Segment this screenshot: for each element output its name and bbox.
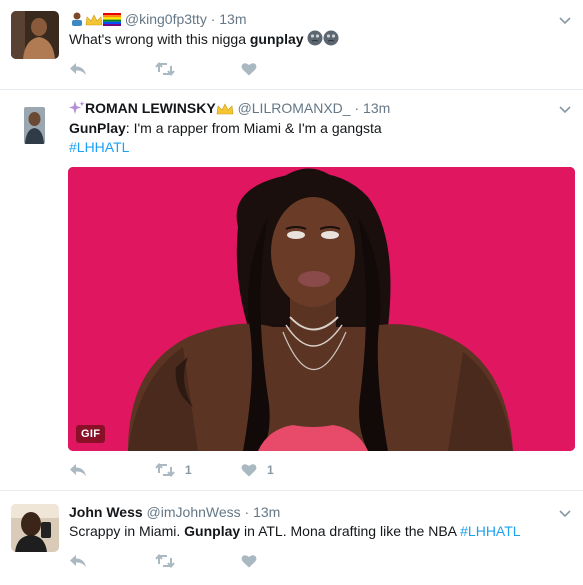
- crown-emoji: [216, 101, 234, 119]
- heart-icon: [241, 464, 257, 477]
- tweet-header: @king0fp3tty · 13m: [69, 10, 247, 30]
- heart-icon: [241, 63, 257, 76]
- separator-dot: ·: [210, 11, 216, 27]
- tweet-actions: [69, 552, 257, 570]
- like-button[interactable]: [241, 554, 257, 568]
- tweet-text-bold[interactable]: Gunplay: [184, 523, 240, 539]
- tweet-time[interactable]: 13m: [363, 100, 390, 116]
- tweet-text: Scrappy in Miami. Gunplay in ATL. Mona d…: [69, 522, 521, 541]
- tweet-handle[interactable]: @LILROMANXD_: [238, 100, 351, 116]
- like-button[interactable]: 1: [241, 463, 274, 477]
- reply-icon: [70, 464, 86, 476]
- tweet-actions: 1 1: [69, 461, 274, 479]
- tweet-text-bold[interactable]: GunPlay: [69, 120, 126, 136]
- tweet-header: John Wess @imJohnWess · 13m: [69, 503, 280, 521]
- reply-button[interactable]: [69, 62, 155, 76]
- like-button[interactable]: [241, 62, 257, 76]
- reply-icon: [70, 555, 86, 567]
- tweet-1[interactable]: @king0fp3tty · 13m What's wrong with thi…: [0, 0, 583, 90]
- tweet-2[interactable]: ROMAN LEWINSKY @LILROMANXD_ · 13m GunPla…: [0, 90, 583, 491]
- separator-dot: ·: [244, 504, 250, 520]
- sparkles-emoji: [69, 100, 85, 119]
- tweet-actions: [69, 60, 257, 78]
- tweet-fullname[interactable]: ROMAN LEWINSKY: [85, 100, 216, 116]
- tweet-fullname[interactable]: John Wess: [69, 504, 143, 520]
- retweet-button[interactable]: [155, 554, 241, 568]
- avatar[interactable]: [11, 504, 59, 552]
- rainbow-flag-emoji: [103, 12, 121, 30]
- retweet-icon: [155, 463, 175, 477]
- reply-icon: [70, 63, 86, 75]
- retweet-icon: [155, 62, 175, 76]
- reply-button[interactable]: [69, 463, 155, 477]
- tweet-text-plain: What's wrong with this nigga: [69, 31, 250, 47]
- tweet-text-plain: Scrappy in Miami.: [69, 523, 185, 539]
- tweet-text-plain: : I'm a rapper from Miami & I'm a gangst…: [125, 120, 382, 136]
- gif-media[interactable]: GIF: [68, 167, 575, 451]
- avatar[interactable]: [11, 11, 59, 59]
- tweet-handle[interactable]: @king0fp3tty: [125, 11, 207, 27]
- like-count: 1: [267, 463, 274, 477]
- chevron-down-icon[interactable]: [559, 507, 571, 519]
- hashtag-link[interactable]: #LHHATL: [69, 139, 129, 155]
- chevron-down-icon[interactable]: [559, 103, 571, 115]
- face-with-rolling-eyes-emoji: [307, 30, 323, 51]
- heart-icon: [241, 555, 257, 568]
- tweet-text: GunPlay: I'm a rapper from Miami & I'm a…: [69, 119, 382, 138]
- chevron-down-icon[interactable]: [559, 14, 571, 26]
- tweet-3[interactable]: John Wess @imJohnWess · 13m Scrappy in M…: [0, 491, 583, 585]
- crown-emoji: [85, 12, 103, 30]
- tweet-time[interactable]: 13m: [219, 11, 246, 27]
- retweet-button[interactable]: 1: [155, 463, 241, 477]
- tweet-handle[interactable]: @imJohnWess: [147, 504, 241, 520]
- retweet-count: 1: [185, 463, 192, 477]
- hashtag-link[interactable]: #LHHATL: [460, 523, 520, 539]
- tweet-text: What's wrong with this nigga gunplay: [69, 30, 339, 51]
- person-raising-hand-emoji: [69, 12, 85, 30]
- tweet-text-bold[interactable]: gunplay: [250, 31, 304, 47]
- gif-image: [68, 167, 575, 451]
- retweet-button[interactable]: [155, 62, 241, 76]
- tweet-hashtag-line: #LHHATL: [69, 138, 129, 157]
- retweet-icon: [155, 554, 175, 568]
- separator-dot: ·: [354, 100, 360, 116]
- avatar[interactable]: [24, 107, 45, 144]
- gif-badge: GIF: [76, 425, 106, 443]
- reply-button[interactable]: [69, 554, 155, 568]
- tweet-header: ROMAN LEWINSKY @LILROMANXD_ · 13m: [69, 99, 390, 119]
- tweet-time[interactable]: 13m: [253, 504, 280, 520]
- tweet-text-plain: in ATL. Mona drafting like the NBA: [240, 523, 461, 539]
- face-with-rolling-eyes-emoji: [323, 30, 339, 51]
